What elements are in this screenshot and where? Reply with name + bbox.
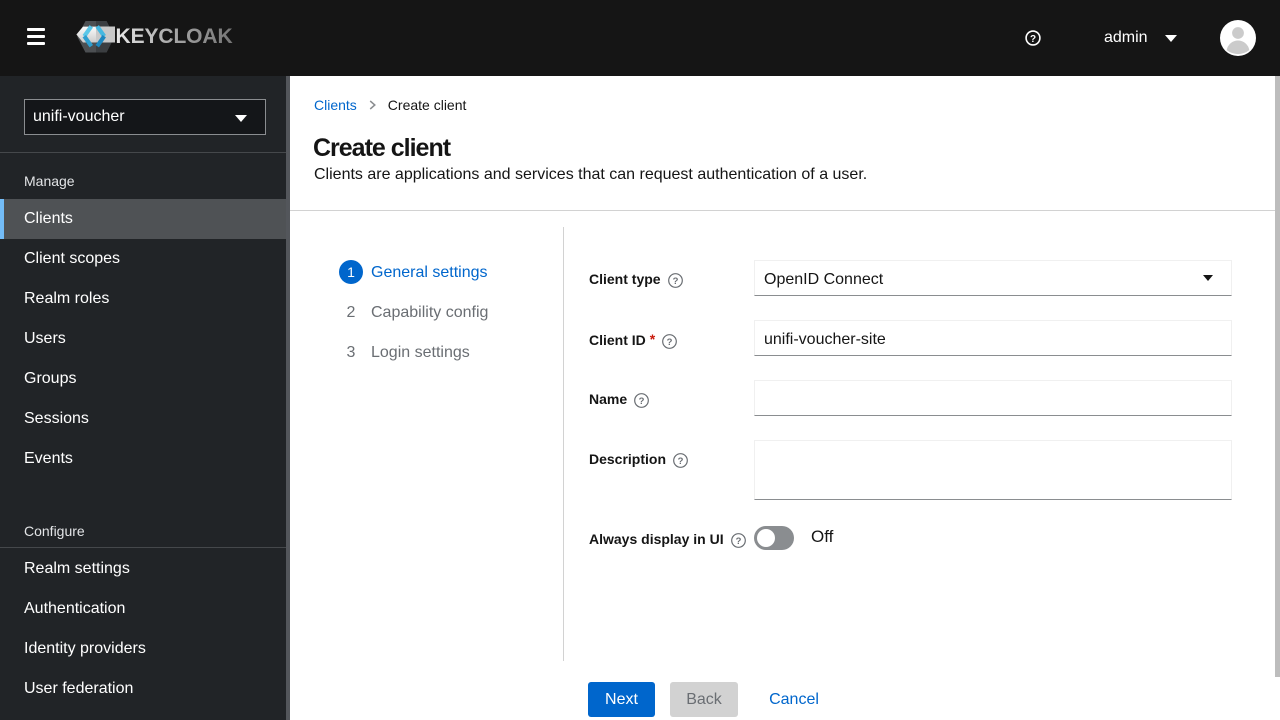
- svg-text:?: ?: [672, 276, 678, 287]
- svg-text:?: ?: [667, 337, 673, 348]
- svg-text:?: ?: [678, 456, 684, 467]
- svg-text:?: ?: [1030, 34, 1036, 45]
- svg-text:?: ?: [639, 396, 645, 407]
- svg-text:?: ?: [735, 536, 741, 547]
- svg-text:KEYCLOAK: KEYCLOAK: [116, 25, 233, 48]
